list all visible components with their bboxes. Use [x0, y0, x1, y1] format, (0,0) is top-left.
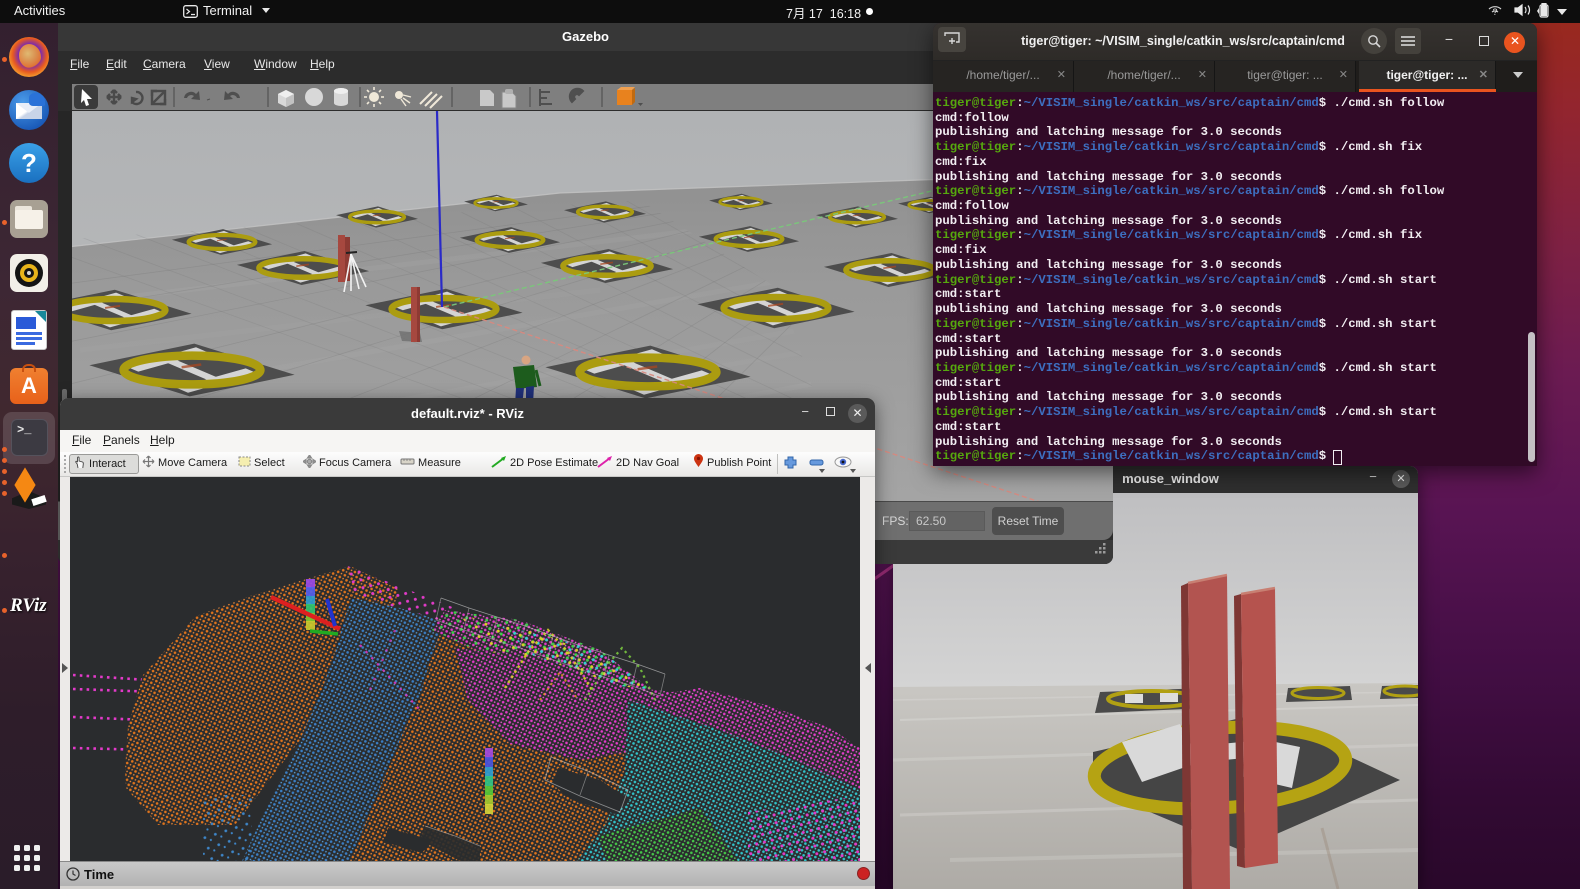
- svg-text:?: ?: [1493, 7, 1498, 17]
